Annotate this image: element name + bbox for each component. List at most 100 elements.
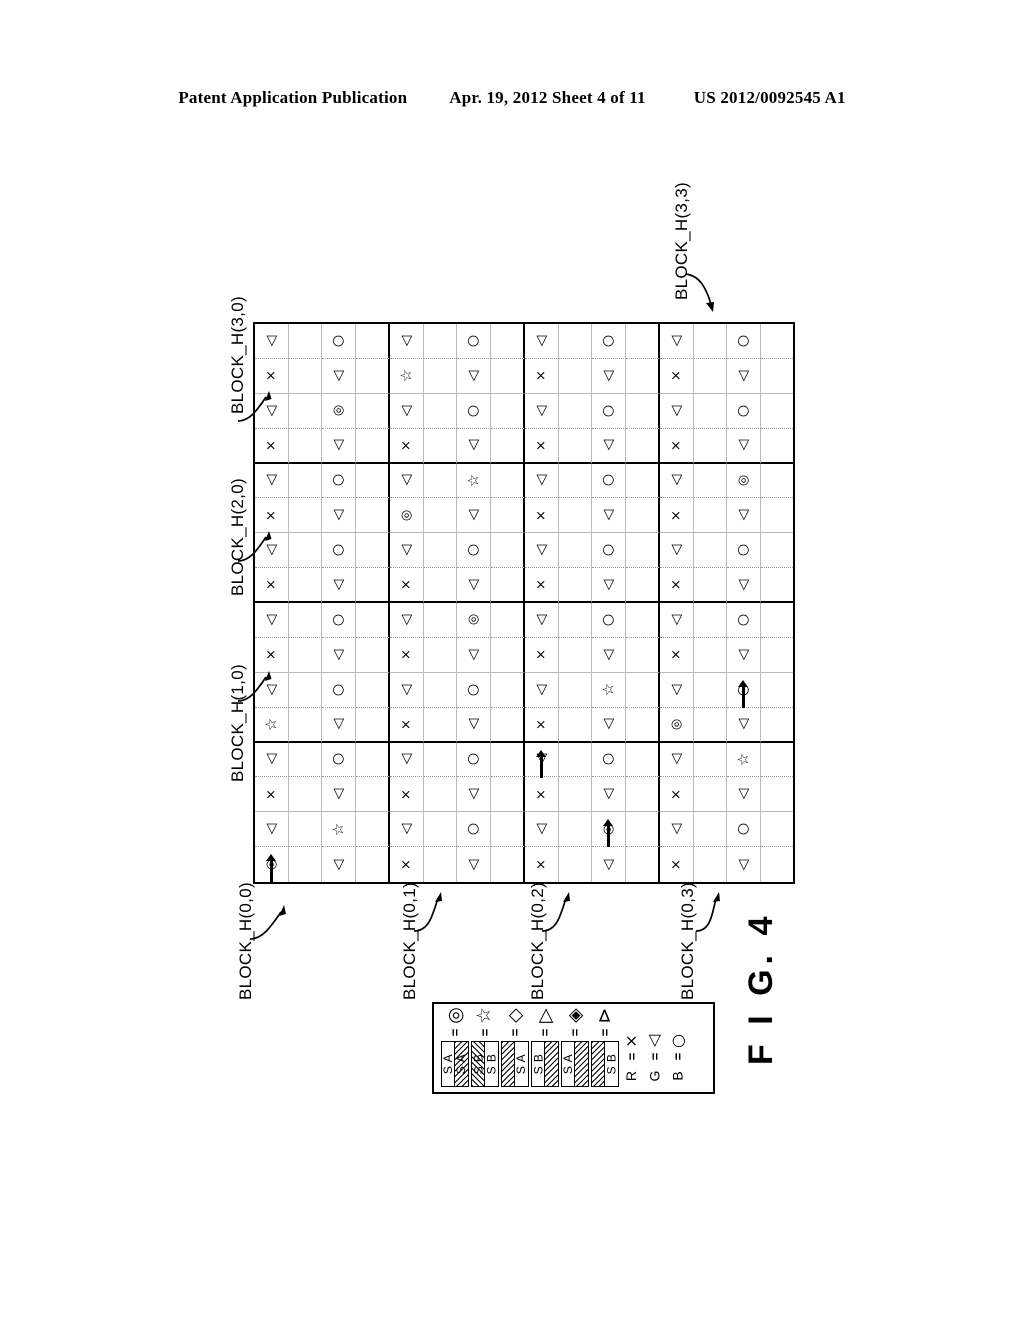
grid-cell: [289, 847, 322, 882]
grid-cell: ◁: [525, 533, 559, 569]
grid-cell: [355, 498, 390, 534]
legend-symbol-cross-icon: ×: [621, 1034, 641, 1048]
cell-symbol-s: ☆: [463, 473, 482, 488]
grid-cell: ×: [525, 358, 559, 394]
grid-cell: [423, 358, 457, 394]
grid-cell: ◁: [255, 463, 289, 499]
grid-cell: [760, 498, 793, 534]
legend-box: S AS A = ◎ S BS B = ☆ S A = ◇ S B = ▷ S A = ◈ S B = ⊳ R = × G…: [432, 1002, 715, 1094]
grid-cell: ◁: [727, 707, 761, 743]
grid-cell: ○: [322, 742, 356, 778]
cell-symbol-o: ○: [465, 683, 482, 696]
cell-symbol-s: ☆: [328, 822, 347, 836]
grid-cell: [760, 359, 793, 394]
grid-cell: ◁: [660, 742, 694, 778]
grid-cell: [760, 603, 793, 638]
cell-symbol-x: ×: [398, 718, 414, 730]
leader-block-h-3-0: [236, 388, 276, 424]
cell-symbol-g: ◁: [668, 335, 685, 347]
cell-symbol-g: ◁: [668, 544, 685, 556]
cell-symbol-d: ◎: [398, 509, 414, 521]
legend-entry-cross: R = ×: [620, 1009, 643, 1087]
grid-cell: [693, 707, 727, 743]
grid-cell: ×: [525, 847, 559, 882]
grid-cell: [288, 637, 322, 673]
cell-symbol-g: ◁: [735, 788, 752, 800]
grid-row: ◁ ○ ◁ ○ ◁ ○ ◁ ☆: [255, 742, 793, 778]
cell-symbol-g: ◁: [330, 370, 347, 382]
legend-key-box: S B: [531, 1041, 559, 1087]
cell-symbol-g: ◁: [533, 684, 550, 696]
grid-cell: ×: [255, 568, 289, 603]
cell-symbol-x: ×: [398, 439, 414, 451]
legend-key-half-bottom: S B: [485, 1042, 499, 1086]
grid-cell: [355, 533, 390, 569]
grid-cell: ◁: [322, 847, 356, 882]
cell-symbol-o: ○: [330, 683, 347, 696]
grid-cell: [355, 707, 390, 743]
cell-symbol-g: ◁: [465, 370, 482, 382]
grid-cell: [288, 707, 322, 743]
cell-symbol-x: ×: [533, 439, 549, 451]
legend-symbol-diamond-in-diamond-icon: ◈: [563, 1008, 586, 1023]
legend-equals-sign: =: [647, 1052, 662, 1061]
cell-symbol-x: ×: [533, 509, 549, 521]
grid-cell: ◁: [457, 847, 491, 882]
cell-symbol-x: ×: [668, 788, 684, 800]
grid-cell: ○: [727, 812, 761, 848]
grid-cell: ×: [525, 428, 559, 464]
grid-cell: ◁: [457, 428, 491, 464]
grid-cell: [693, 568, 727, 603]
grid-cell: ◁: [457, 498, 491, 534]
leader-block-h-0-3: [690, 890, 734, 934]
grid-cell: ◁: [457, 777, 491, 813]
cell-symbol-g: ◁: [465, 649, 482, 661]
grid-cell: [760, 708, 793, 743]
cell-symbol-g: ◁: [600, 579, 617, 590]
grid-cell: ◁: [322, 358, 356, 394]
legend-channel-label: G: [646, 1070, 663, 1082]
grid-cell: [490, 742, 525, 778]
legend-key-half-bottom: [545, 1042, 558, 1086]
cell-symbol-x: ×: [533, 718, 549, 730]
cell-symbol-s: ☆: [396, 369, 415, 383]
grid-cell: [558, 393, 592, 429]
grid-cell: [355, 812, 390, 848]
grid-cell: [490, 672, 525, 708]
grid-cell: ◁: [255, 324, 289, 359]
cell-symbol-x: ×: [668, 859, 684, 871]
grid-cell: ×: [660, 847, 694, 882]
legend-equals-sign: =: [447, 1028, 463, 1037]
cell-symbol-o: ○: [330, 474, 347, 487]
grid-cell: [490, 393, 525, 429]
legend-key-half-top: S A: [441, 1042, 455, 1086]
grid-cell: [423, 393, 457, 429]
grid-cell: [490, 568, 525, 603]
legend-key-box: S B: [591, 1041, 619, 1087]
grid-row: × ◁ ◎ ◁ × ◁ × ◁: [255, 498, 793, 534]
cell-symbol-g: ◁: [668, 614, 685, 626]
grid-cell: ×: [390, 777, 424, 813]
grid-cell: ×: [390, 428, 424, 464]
legend-key-half-top: S B: [471, 1042, 485, 1086]
legend-key-text: S A: [441, 1053, 455, 1075]
grid-cell: [558, 324, 592, 359]
cell-symbol-x: ×: [668, 439, 684, 451]
grid-cell: [760, 464, 793, 499]
legend-equals-sign: =: [537, 1028, 553, 1037]
grid-cell: ☆: [727, 742, 761, 778]
grid-cell: ◁: [457, 358, 491, 394]
grid-cell: ×: [660, 568, 694, 603]
grid-cell: ×: [660, 358, 694, 394]
cell-symbol-x: ×: [398, 649, 414, 661]
leader-block-h-2-0: [236, 528, 276, 564]
grid-cell: [288, 428, 322, 464]
grid-cell: ◁: [592, 847, 626, 882]
grid-row: × ◁ × ◁ × ◁ × ◁: [255, 428, 793, 464]
leader-block-h-0-2: [540, 890, 584, 934]
cell-symbol-g: ◁: [330, 509, 347, 521]
cell-symbol-g: ◁: [533, 544, 550, 556]
cell-symbol-o: ○: [735, 334, 752, 348]
header-patent-number: US 2012/0092545 A1: [693, 88, 846, 107]
cell-symbol-g: ◁: [600, 509, 617, 521]
